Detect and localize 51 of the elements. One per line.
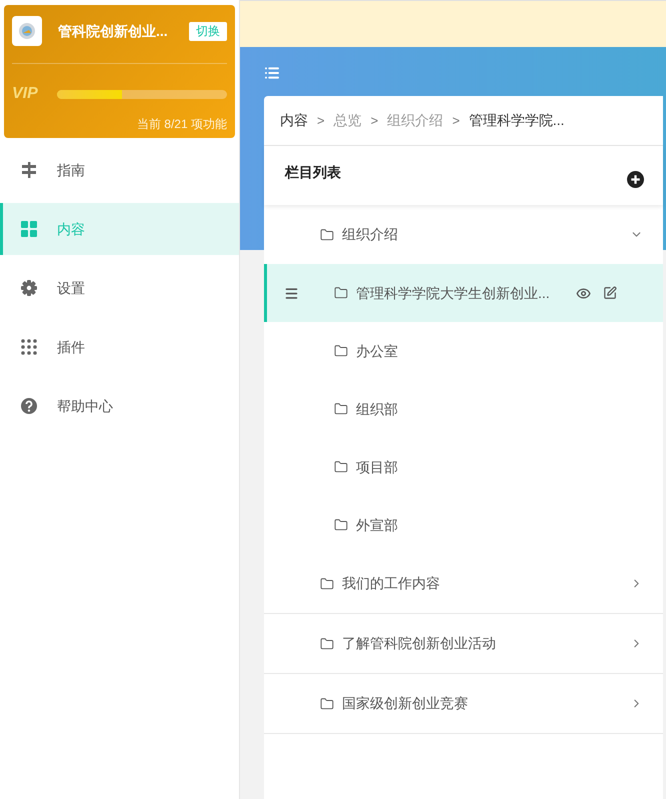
breadcrumb-item[interactable]: 管理科学学院... (468, 110, 564, 131)
add-icon[interactable] (627, 171, 644, 188)
breadcrumb-item[interactable]: 内容 (280, 110, 308, 131)
tree-item[interactable]: 管理科学学院大学生创新创业... (264, 264, 663, 322)
folder-icon (334, 518, 348, 532)
tree-item-label: 了解管科院创新创业活动 (342, 634, 497, 653)
folder-icon (334, 460, 348, 474)
tree-item-label: 组织介绍 (342, 225, 399, 244)
nav-item[interactable]: 插件 (0, 321, 239, 373)
drag-handle-icon[interactable] (284, 286, 299, 300)
signpost-icon (20, 161, 38, 179)
folder-icon (334, 286, 348, 300)
tree-item-label: 国家级创新创业竞赛 (342, 694, 469, 713)
edit-icon[interactable] (603, 286, 617, 300)
folder-icon (320, 576, 334, 590)
tree-item[interactable]: 我们的工作内容 (264, 554, 663, 613)
breadcrumb-separator: > (317, 112, 325, 130)
tree-item[interactable]: 外宣部 (264, 496, 663, 554)
breadcrumb-separator: > (452, 112, 460, 130)
grid-icon (20, 220, 38, 238)
tree-item[interactable]: 国家级创新创业竞赛 (264, 674, 663, 733)
tree-item[interactable]: 组织部 (264, 380, 663, 438)
folder-icon (320, 696, 334, 710)
gear-icon (20, 279, 38, 297)
tree-item-label: 组织部 (356, 400, 399, 418)
tree-item-label: 项目部 (356, 458, 399, 476)
tree-item-label: 外宣部 (356, 516, 399, 534)
folder-icon (320, 228, 334, 242)
dots-grid-icon (20, 338, 38, 356)
panel-title: 栏目列表 (285, 163, 342, 182)
menu-icon[interactable] (264, 65, 280, 81)
tree-item-label: 我们的工作内容 (342, 574, 441, 593)
nav-item[interactable]: 指南 (0, 144, 239, 196)
folder-icon (334, 344, 348, 358)
folder-icon (334, 402, 348, 416)
eye-icon[interactable] (576, 286, 591, 300)
vip-label: VIP (12, 84, 39, 104)
help-icon (20, 397, 38, 415)
tree-item-label: 办公室 (356, 342, 399, 360)
nav-item[interactable]: 帮助中心 (0, 380, 239, 432)
quota-text: 当前 8/21 项功能 (136, 116, 227, 133)
folder-icon (320, 636, 334, 650)
nav-item[interactable]: 设置 (0, 262, 239, 314)
tree-item[interactable]: 组织介绍 (264, 205, 663, 264)
tree-item[interactable]: 办公室 (264, 322, 663, 380)
tree-item[interactable]: 项目部 (264, 438, 663, 496)
tree-item[interactable]: 了解管科院创新创业活动 (264, 614, 663, 673)
site-name: 管科院创新创业... (58, 22, 169, 40)
tree-item-label: 管理科学学院大学生创新创业... (356, 284, 551, 302)
logo-icon (12, 16, 42, 46)
breadcrumb-separator: > (370, 112, 378, 130)
